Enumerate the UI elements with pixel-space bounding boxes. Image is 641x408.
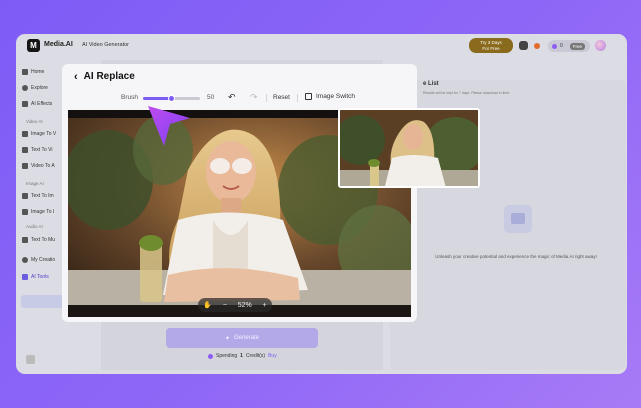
zoom-in-button[interactable]: + — [263, 302, 267, 309]
video-icon — [22, 163, 28, 169]
discord-icon[interactable] — [519, 41, 528, 50]
brush-label: Brush — [121, 94, 138, 101]
sidebar-item-label: Text To Im — [31, 193, 54, 199]
sidebar: Home Explore AI Effects Video AI Image T… — [16, 58, 68, 374]
brand-logo[interactable]: M — [27, 39, 40, 52]
image-video-icon — [22, 131, 28, 137]
sidebar-item-label: AI Tools — [31, 274, 49, 280]
sidebar-item-image-to-video[interactable]: Image To V — [22, 128, 56, 140]
original-image-preview[interactable] — [338, 108, 480, 188]
credits-pill[interactable]: 0 Free — [548, 40, 590, 52]
home-icon — [22, 69, 28, 75]
image-image-icon — [22, 209, 28, 215]
generate-wand-icon: ✦ — [224, 335, 230, 342]
trial-line-2: For Free — [482, 46, 500, 51]
sidebar-item-label: Text To Mu — [31, 237, 56, 243]
music-icon — [22, 237, 28, 243]
sidebar-section-image-ai: Image AI — [26, 181, 44, 186]
toolbar-divider — [266, 94, 267, 102]
results-title: e List — [423, 81, 439, 87]
empty-image-icon — [504, 205, 532, 233]
sidebar-item-label: Image To I — [31, 209, 55, 215]
sidebar-active-highlight — [21, 295, 65, 308]
preview-photo — [340, 110, 478, 186]
spending-suffix: Credit(s) — [245, 353, 266, 359]
sidebar-item-label: My Creatio — [31, 257, 56, 263]
image-switch-label: Image Switch — [316, 93, 356, 100]
sidebar-item-home[interactable]: Home — [22, 66, 44, 78]
sidebar-item-text-to-image[interactable]: Text To Im — [22, 190, 54, 202]
sidebar-item-my-creations[interactable]: My Creatio — [22, 254, 55, 266]
undo-button[interactable]: ↶ — [228, 92, 236, 103]
hand-pan-icon[interactable]: ✋ — [203, 301, 212, 309]
generate-button-label: Generate — [234, 335, 260, 341]
spending-info: Spending 1 Credit(s) Buy — [208, 353, 277, 359]
brush-value: 50 — [207, 94, 215, 101]
compass-icon — [22, 85, 28, 91]
sidebar-item-text-to-music[interactable]: Text To Mu — [22, 234, 55, 246]
grid-icon — [22, 274, 28, 280]
brush-slider-handle[interactable] — [168, 95, 175, 102]
back-chevron-icon[interactable]: ‹ — [74, 71, 78, 82]
modal-header: ‹ AI Replace — [74, 71, 135, 82]
modal-title: AI Replace — [83, 71, 135, 82]
pointer-cursor-icon — [148, 106, 190, 146]
sidebar-item-label: Video To A — [31, 163, 55, 169]
sidebar-item-label: Image To V — [31, 131, 57, 137]
sidebar-item-explore[interactable]: Explore — [22, 82, 48, 94]
generate-button[interactable]: ✦ Generate — [166, 328, 318, 348]
sidebar-item-ai-tools[interactable]: AI Tools — [22, 271, 49, 283]
sidebar-item-label: Explore — [31, 85, 48, 91]
top-bar: M Media.AI AI Video Generator Try 3 Days… — [16, 34, 627, 58]
notification-icon[interactable] — [534, 43, 540, 49]
credits-count: 0 — [560, 43, 563, 49]
sidebar-item-ai-effects[interactable]: AI Effects — [22, 98, 52, 110]
results-empty-text: Unleash your creative potential and expe… — [435, 254, 597, 259]
credit-coin-icon — [208, 353, 213, 359]
spending-amount: 1 — [240, 353, 243, 359]
zoom-out-button[interactable]: − — [223, 302, 227, 309]
nav-ai-video-generator[interactable]: AI Video Generator — [82, 42, 129, 48]
collapse-sidebar-icon[interactable] — [26, 355, 35, 364]
reset-button[interactable]: Reset — [273, 94, 290, 101]
user-avatar[interactable] — [595, 40, 606, 51]
image-switch-icon — [305, 93, 312, 100]
toolbar-divider — [297, 94, 298, 102]
sidebar-item-text-to-video[interactable]: Text To Vi — [22, 144, 53, 156]
zoom-level: 52% — [237, 301, 252, 309]
sidebar-item-image-to-image[interactable]: Image To I — [22, 206, 54, 218]
sidebar-section-audio-ai: Audio AI — [26, 224, 43, 229]
sidebar-item-label: AI Effects — [31, 101, 53, 107]
sidebar-section-video-ai: Video AI — [26, 119, 43, 124]
sidebar-item-video-to-a[interactable]: Video To A — [22, 160, 55, 172]
sidebar-item-label: Text To Vi — [31, 147, 53, 153]
credit-coin-icon — [552, 43, 557, 49]
zoom-control: ✋ − 52% + — [198, 298, 272, 312]
text-video-icon — [22, 147, 28, 153]
results-subtitle: Results will be kept for 7 days. Please … — [423, 91, 511, 95]
text-image-icon — [22, 193, 28, 199]
sidebar-item-label: Home — [31, 69, 45, 75]
folder-icon — [22, 257, 28, 263]
brand-name: Media.AI — [44, 41, 73, 48]
spending-prefix: Spending — [216, 353, 238, 359]
plan-badge: Free — [569, 42, 586, 50]
redo-button[interactable]: ↷ — [250, 92, 258, 103]
brush-size-slider[interactable] — [143, 95, 200, 102]
sparkle-icon — [22, 101, 28, 107]
buy-link[interactable]: Buy — [268, 353, 277, 359]
image-switch-button[interactable]: Image Switch — [305, 93, 355, 100]
free-trial-badge[interactable]: Try 3 Days For Free — [469, 38, 513, 53]
